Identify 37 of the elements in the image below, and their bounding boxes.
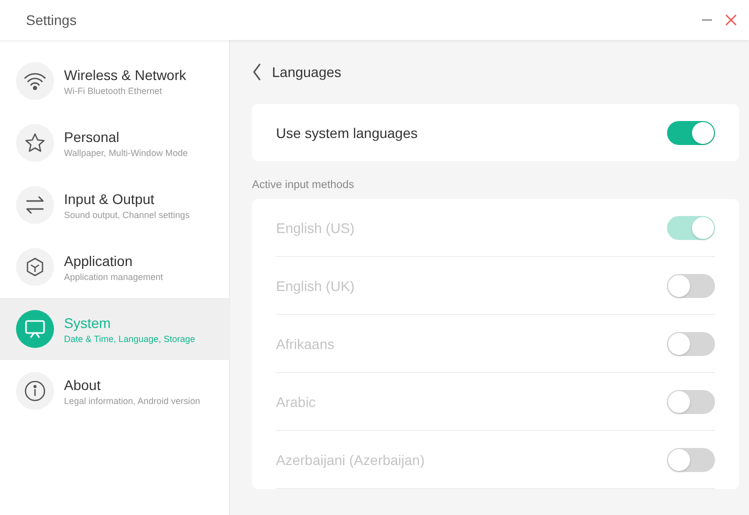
sidebar-item-subtitle: Date & Time, Language, Storage: [64, 334, 196, 344]
section-heading: Active input methods: [252, 179, 356, 191]
sidebar-item-subtitle: Sound output, Channel settings: [64, 210, 190, 220]
sidebar-item[interactable]: Wireless & Network Wi-Fi Bluetooth Ethernet: [0, 50, 229, 112]
sidebar-item-title: Input & Output: [64, 190, 156, 206]
window-title: Settings: [26, 12, 78, 28]
back-chevron-icon: [252, 63, 262, 81]
presentation-screen-icon: [24, 319, 46, 339]
cube-icon: [25, 257, 45, 277]
sidebar-item[interactable]: About Legal information, Android version: [0, 360, 229, 422]
close-button[interactable]: [723, 12, 739, 28]
sidebar-item-title: About: [64, 376, 102, 392]
swap-arrows-icon: [25, 196, 45, 214]
info-icon: [24, 380, 46, 402]
sidebar-item[interactable]: Input & Output Sound output, Channel settings: [0, 174, 229, 236]
setting-label: Use system languages: [276, 124, 418, 140]
back-button[interactable]: [252, 63, 262, 81]
sidebar-item-subtitle: Application management: [64, 272, 164, 282]
sidebar-item-title: System: [64, 314, 112, 330]
language-label: English (UK): [276, 278, 355, 294]
sidebar-item-title: Wireless & Network: [64, 66, 186, 82]
language-label: Azerbaijani (Azerbaijan): [276, 452, 425, 468]
toggle-switch[interactable]: [667, 120, 715, 144]
sidebar-item-subtitle: Legal information, Android version: [64, 396, 200, 406]
close-icon: [725, 14, 737, 26]
sidebar-item[interactable]: Personal Wallpaper, Multi-Window Mode: [0, 112, 229, 174]
language-label: Arabic: [276, 394, 316, 410]
sidebar-item-title: Application: [64, 252, 134, 268]
wifi-icon: [24, 72, 46, 90]
sidebar-item[interactable]: Application Application management: [0, 236, 229, 298]
sidebar-item-title: Personal: [64, 128, 120, 144]
page-title: Languages: [272, 64, 342, 80]
star-icon: [24, 132, 46, 154]
language-label: Afrikaans: [276, 336, 334, 352]
sidebar-item-subtitle: Wi-Fi Bluetooth Ethernet: [64, 86, 164, 96]
language-label: English (US): [276, 220, 355, 236]
sidebar-item-subtitle: Wallpaper, Multi-Window Mode: [64, 148, 188, 158]
